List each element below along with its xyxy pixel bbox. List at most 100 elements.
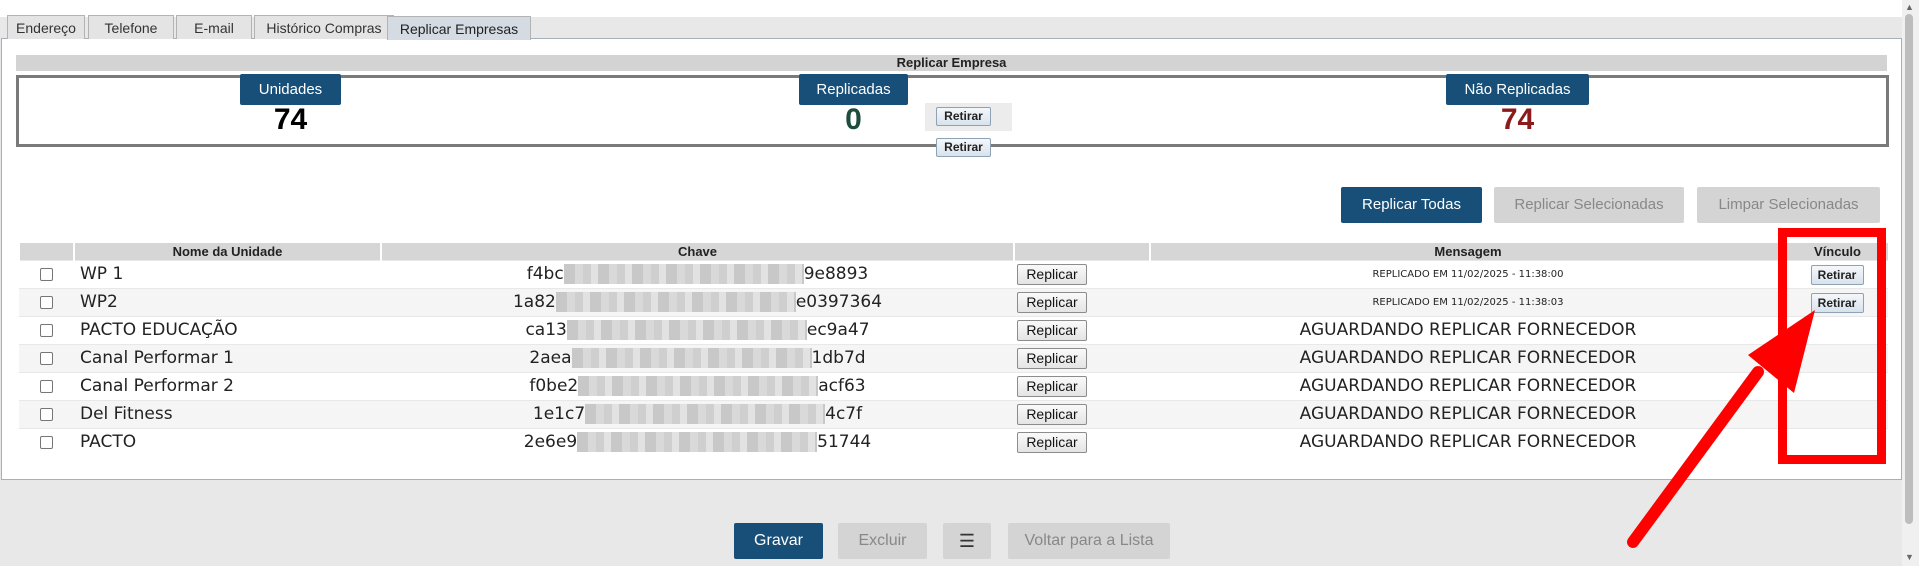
replicate-button[interactable]: Replicar [1017,263,1087,285]
tab-telefone[interactable]: Telefone [88,15,174,39]
replicate-button[interactable]: Replicar [1017,375,1087,397]
unit-name: WP 1 [74,259,381,288]
row-checkbox[interactable] [40,380,53,394]
unit-key: 2e6e9 51744 [381,427,1014,456]
tab-historico-compras[interactable]: Histórico Compras [254,15,394,39]
tab-endereco[interactable]: Endereço [7,15,85,39]
replicate-cell: Replicar [1014,427,1150,456]
retirar-summary-button-2[interactable]: Retirar [936,138,991,157]
header-message: Mensagem [1149,243,1786,260]
row-message: AGUARDANDO REPLICAR FORNECEDOR [1150,315,1786,344]
replicate-button[interactable]: Replicar [1017,403,1087,425]
units-value: 74 [273,103,308,136]
replicated-value: 0 [845,103,862,136]
highlight-rectangle [1778,228,1886,464]
replicate-cell: Replicar [1014,343,1150,372]
replicate-button[interactable]: Replicar [1017,319,1087,341]
row-select-cell [19,259,74,288]
unit-key: 1a82 e0397364 [381,287,1014,316]
header-select [18,243,74,260]
unit-key: ca13 ec9a47 [381,315,1014,344]
row-checkbox[interactable] [40,352,53,366]
row-message: AGUARDANDO REPLICAR FORNECEDOR [1150,399,1786,428]
row-checkbox[interactable] [40,408,53,422]
key-end: 51744 [817,432,872,453]
unit-name: PACTO EDUCAÇÃO [74,315,381,344]
replicate-cell: Replicar [1014,287,1150,316]
row-message: REPLICADO EM 11/02/2025 - 11:38:00 [1150,259,1786,288]
table-header: Nome da Unidade Chave Mensagem Vínculo [18,243,1888,260]
section-title: Replicar Empresa [16,55,1887,71]
delete-button[interactable]: Excluir [838,523,927,559]
key-redaction [577,432,818,453]
table-row: WP2 1a82 e0397364 Replicar REPLICADO EM 11/0… [19,287,1888,316]
unit-name: Canal Performar 1 [74,343,381,372]
row-select-cell [19,371,74,400]
header-name: Nome da Unidade [73,243,381,260]
row-message: REPLICADO EM 11/02/2025 - 11:38:03 [1150,287,1786,316]
unit-key: 1e1c7 4c7f [381,399,1014,428]
save-button[interactable]: Gravar [734,523,823,559]
tab-email[interactable]: E-mail [176,15,252,39]
unit-key: f4bc 9e8893 [381,259,1014,288]
key-end: acf63 [818,376,866,396]
header-action [1013,243,1150,260]
replicate-button[interactable]: Replicar [1017,291,1087,313]
key-start: f4bc [526,264,564,284]
back-to-list-button[interactable]: Voltar para a Lista [1008,523,1170,559]
unit-name: PACTO [74,427,381,456]
key-end: ec9a47 [806,320,870,340]
replicate-selected-button[interactable]: Replicar Selecionadas [1494,187,1684,223]
key-end: e0397364 [795,292,883,312]
replicate-cell: Replicar [1014,259,1150,288]
replicate-button[interactable]: Replicar [1017,431,1087,453]
unit-name: WP2 [74,287,381,316]
scroll-thumb[interactable] [1905,14,1913,524]
replicated-label: Replicadas [799,74,908,105]
key-start: 1a82 [512,292,556,312]
replicate-button[interactable]: Replicar [1017,347,1087,369]
header-key: Chave [380,243,1014,260]
list-icon: ☰ [958,531,976,551]
scroll-down-icon[interactable]: ▼ [1905,552,1914,562]
scroll-up-icon[interactable]: ▲ [1905,2,1914,12]
row-message: AGUARDANDO REPLICAR FORNECEDOR [1150,343,1786,372]
key-start: 1e1c7 [532,404,586,424]
row-select-cell [19,399,74,428]
row-checkbox[interactable] [40,268,53,282]
replicate-cell: Replicar [1014,315,1150,344]
key-start: 2e6e9 [523,432,578,453]
row-checkbox[interactable] [40,436,53,450]
list-icon-button[interactable]: ☰ [943,523,991,559]
key-start: f0be2 [529,376,579,396]
row-message: AGUARDANDO REPLICAR FORNECEDOR [1150,371,1786,400]
key-end: 1db7d [811,348,866,368]
row-select-cell [19,315,74,344]
row-select-cell [19,427,74,456]
replicate-all-button[interactable]: Replicar Todas [1341,187,1482,223]
table-row: Del Fitness 1e1c7 4c7f Replicar AGUARDANDO R… [19,399,1888,428]
tab-replicar-empresas[interactable]: Replicar Empresas [387,16,531,40]
key-end: 9e8893 [803,264,869,284]
key-end: 4c7f [825,404,863,424]
clear-selected-button[interactable]: Limpar Selecionadas [1697,187,1880,223]
unit-key: f0be2 acf63 [381,371,1014,400]
key-redaction [555,292,796,312]
not-replicated-label: Não Replicadas [1446,74,1589,105]
replicate-cell: Replicar [1014,371,1150,400]
key-redaction [578,376,819,396]
key-start: ca13 [525,320,567,340]
row-select-cell [19,287,74,316]
units-label: Unidades [240,74,341,105]
table-row: Canal Performar 1 2aea 1db7d Replicar AGUARD… [19,343,1888,372]
unit-key: 2aea 1db7d [381,343,1014,372]
units-table: Nome da Unidade Chave Mensagem Vínculo W… [18,243,1888,456]
row-checkbox[interactable] [40,296,53,310]
retirar-summary-button[interactable]: Retirar [936,107,991,126]
row-checkbox[interactable] [40,324,53,338]
table-row: PACTO 2e6e9 51744 Replicar AGUARDANDO REPLIC… [19,427,1888,456]
not-replicated-value: 74 [1500,103,1535,136]
key-redaction [571,348,812,368]
key-redaction [563,264,804,284]
table-row: Canal Performar 2 f0be2 acf63 Replicar AGUAR… [19,371,1888,400]
